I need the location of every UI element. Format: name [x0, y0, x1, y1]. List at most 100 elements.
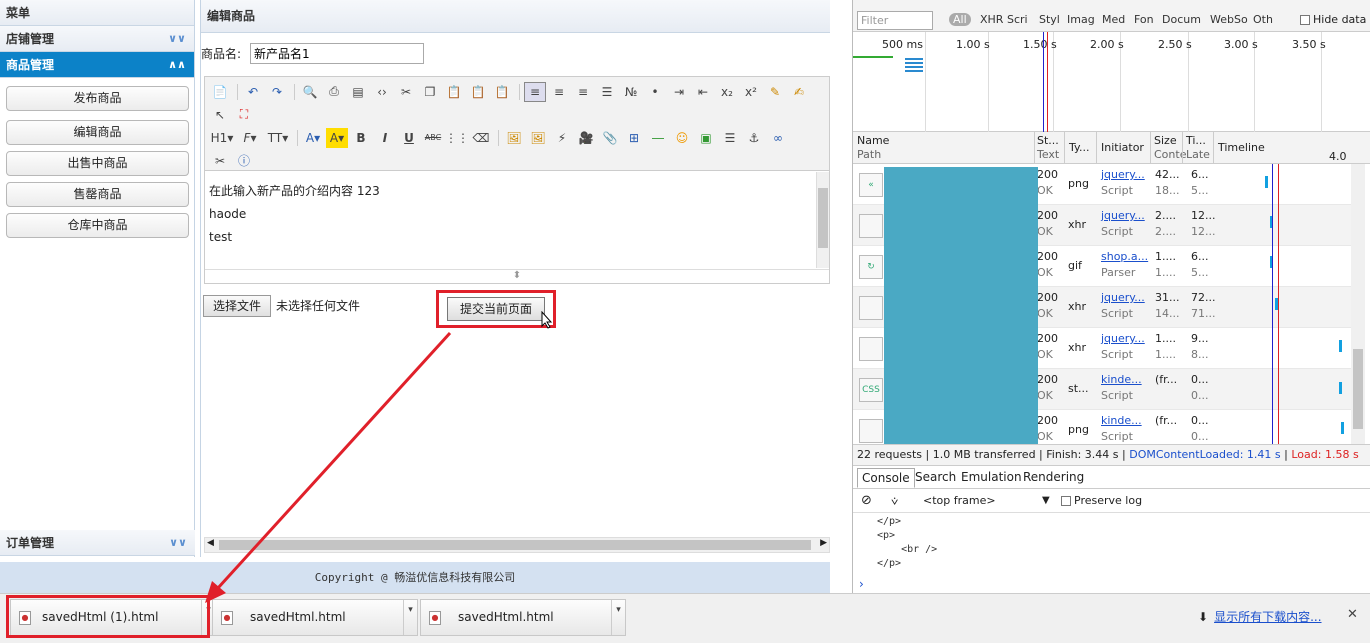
initiator-link[interactable]: jquery... [1101, 168, 1145, 181]
align-right-icon[interactable]: ≡ [572, 82, 594, 102]
chevron-down-icon[interactable]: ▾ [611, 600, 625, 635]
chevron-down-icon[interactable]: ▾ [403, 600, 417, 635]
filter-type-document[interactable]: Docum [1162, 13, 1201, 26]
help-icon[interactable]: ⓘ [233, 151, 255, 171]
filter-type-font[interactable]: Fon [1134, 13, 1154, 26]
horizontal-rule-icon[interactable]: ― [647, 128, 669, 148]
network-overview[interactable]: 500 ms 1.00 s 1.50 s 2.00 s 2.50 s 3.00 … [853, 32, 1370, 132]
copy-icon[interactable]: ❐ [419, 82, 441, 102]
bold-icon[interactable]: B [350, 128, 372, 148]
initiator-link[interactable]: jquery... [1101, 291, 1145, 304]
superscript-icon[interactable]: x² [740, 82, 762, 102]
tab-console[interactable]: Console [857, 468, 915, 488]
scrollbar-thumb[interactable] [219, 540, 811, 550]
initiator-link[interactable]: jquery... [1101, 332, 1145, 345]
publish-product-button[interactable]: 发布商品 [6, 86, 189, 111]
source-icon[interactable]: 📄 [209, 82, 231, 102]
emoticon-icon[interactable]: ☺ [671, 128, 693, 148]
network-scrollbar[interactable] [1351, 164, 1365, 444]
media-icon[interactable]: 🎥 [575, 128, 597, 148]
strikethrough-icon[interactable]: ABC [422, 128, 444, 148]
sidebar-section-product[interactable]: 商品管理 ∧∧ [0, 52, 194, 78]
underline-icon[interactable]: U [398, 128, 420, 148]
tab-rendering[interactable]: Rendering [1019, 468, 1088, 488]
initiator-link[interactable]: jquery... [1101, 209, 1145, 222]
sidebar-section-store[interactable]: 店铺管理 ∨∨ [0, 26, 194, 52]
editor-vertical-scrollbar[interactable] [816, 172, 829, 268]
warehouse-button[interactable]: 仓库中商品 [6, 213, 189, 238]
remove-format-icon[interactable]: ⌫ [470, 128, 492, 148]
paste-text-icon[interactable]: 📋 [467, 82, 489, 102]
initiator-link[interactable]: shop.a... [1101, 250, 1148, 263]
clear-console-icon[interactable]: ⊘ [861, 489, 872, 513]
template-icon[interactable]: ▤ [347, 82, 369, 102]
cut-icon[interactable]: ✂ [395, 82, 417, 102]
paste-icon[interactable]: 📋 [443, 82, 465, 102]
col-type[interactable]: Ty... [1069, 141, 1089, 155]
flash-icon[interactable]: ⚡ [551, 128, 573, 148]
preview-icon[interactable]: 🔍 [299, 82, 321, 102]
filter-type-style[interactable]: Styl [1039, 13, 1060, 26]
download-item[interactable]: ● savedHtml.html ▾ [212, 599, 418, 636]
filter-type-other[interactable]: Oth [1253, 13, 1273, 26]
initiator-link[interactable]: kinde... [1101, 414, 1142, 427]
col-name[interactable]: Name Path [857, 134, 889, 162]
page-break-icon[interactable]: ☰ [719, 128, 741, 148]
table-icon[interactable]: ⊞ [623, 128, 645, 148]
redo-icon[interactable]: ↷ [266, 82, 288, 102]
align-center-icon[interactable]: ≡ [548, 82, 570, 102]
col-timeline[interactable]: Timeline [1218, 141, 1265, 155]
link-icon[interactable]: ∞ [767, 128, 789, 148]
filter-type-media[interactable]: Med [1102, 13, 1125, 26]
submit-page-button[interactable]: 提交当前页面 [447, 297, 545, 321]
filter-type-xhr[interactable]: XHR [980, 13, 1003, 26]
scroll-right-icon[interactable]: ▶ [820, 538, 827, 548]
scrollbar-thumb[interactable] [818, 188, 828, 248]
filter-type-websocket[interactable]: WebSo [1210, 13, 1248, 26]
col-status[interactable]: St... Text [1037, 134, 1059, 162]
anchor-icon[interactable]: ⚓ [743, 128, 765, 148]
preserve-log-checkbox[interactable]: Preserve log [1061, 489, 1142, 513]
tab-emulation[interactable]: Emulation [957, 468, 1026, 488]
clear-format-icon[interactable]: ✎ [764, 82, 786, 102]
map-icon[interactable]: ▣ [695, 128, 717, 148]
font-size-icon[interactable]: TT▾ [265, 128, 291, 148]
filter-funnel-icon[interactable]: ⩒ [891, 489, 898, 513]
indent-icon[interactable]: ⇥ [668, 82, 690, 102]
attachment-icon[interactable]: 📎 [599, 128, 621, 148]
quick-format-icon[interactable]: ✍ [788, 82, 810, 102]
col-initiator[interactable]: Initiator [1101, 141, 1144, 155]
frame-select[interactable]: <top frame> [923, 489, 996, 513]
outdent-icon[interactable]: ⇤ [692, 82, 714, 102]
dropdown-arrow-icon[interactable]: ▼ [1042, 489, 1050, 513]
hide-data-checkbox[interactable]: Hide data [1300, 13, 1366, 26]
product-name-input[interactable] [250, 43, 424, 64]
code-icon[interactable]: ‹› [371, 82, 393, 102]
italic-icon[interactable]: I [374, 128, 396, 148]
highlight-color-icon[interactable]: A▾ [326, 127, 348, 148]
filter-type-image[interactable]: Imag [1067, 13, 1095, 26]
edit-product-button[interactable]: 编辑商品 [6, 120, 189, 145]
unordered-list-icon[interactable]: • [644, 82, 666, 102]
console-prompt-icon[interactable]: › [859, 577, 864, 591]
justify-icon[interactable]: ☰ [596, 82, 618, 102]
multi-image-icon[interactable]: 🖼 [527, 128, 549, 148]
download-item[interactable]: ● savedHtml.html ▾ [420, 599, 626, 636]
double-chevron-up-icon[interactable]: ∧∧ [168, 52, 186, 78]
line-height-icon[interactable]: ⋮⋮ [445, 128, 469, 148]
show-all-downloads-link[interactable]: ⬇ 显示所有下载内容... [1198, 608, 1322, 625]
sidebar-section-order[interactable]: 订单管理 ∨∨ [0, 530, 195, 556]
filter-type-all[interactable]: All [949, 13, 971, 26]
sold-out-button[interactable]: 售罄商品 [6, 182, 189, 207]
undo-icon[interactable]: ↶ [242, 82, 264, 102]
resize-handle-icon[interactable]: ⬍ [205, 269, 829, 283]
double-chevron-down-icon[interactable]: ∨∨ [169, 530, 187, 556]
tab-search[interactable]: Search [911, 468, 960, 488]
ordered-list-icon[interactable]: № [620, 82, 642, 102]
filter-type-script[interactable]: Scri [1007, 13, 1028, 26]
filter-input[interactable]: Filter [857, 11, 933, 30]
scroll-left-icon[interactable]: ◀ [207, 538, 214, 548]
double-chevron-down-icon[interactable]: ∨∨ [168, 26, 186, 52]
initiator-link[interactable]: kinde... [1101, 373, 1142, 386]
paste-word-icon[interactable]: 📋 [491, 82, 513, 102]
